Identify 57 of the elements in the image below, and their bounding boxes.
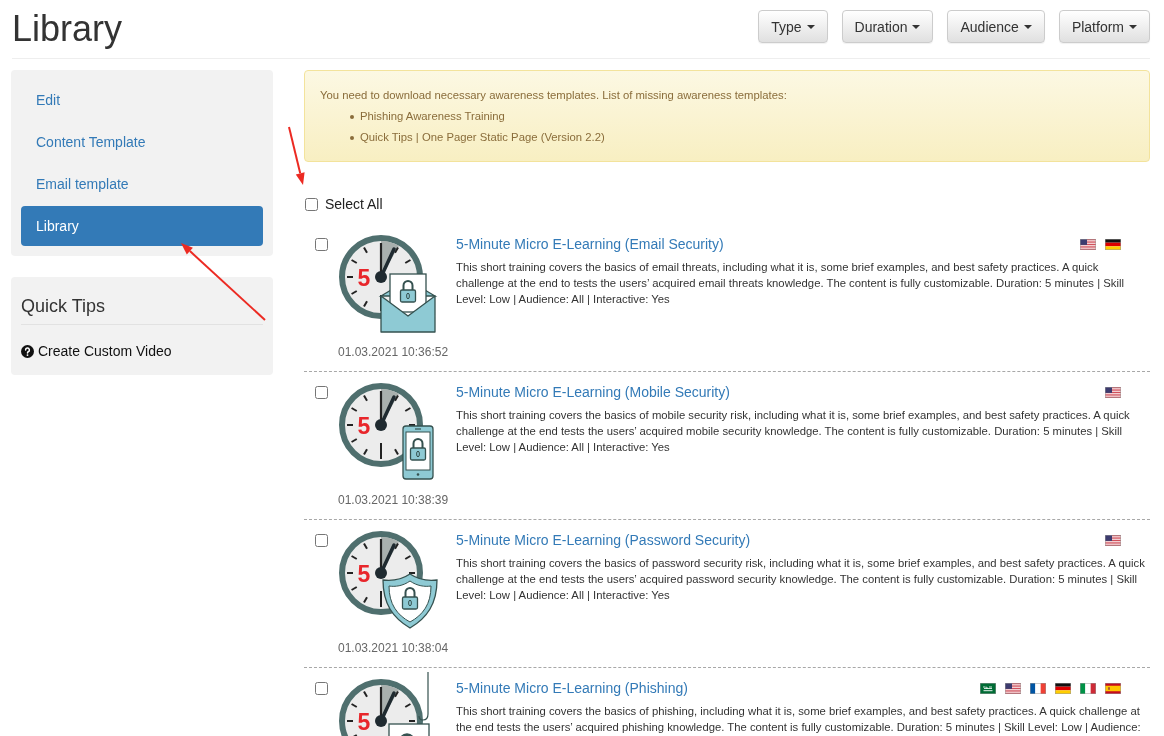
french-flag-icon xyxy=(1030,682,1046,694)
us-flag-icon xyxy=(1105,534,1121,546)
us-flag-icon xyxy=(1005,682,1021,694)
item-checkbox[interactable] xyxy=(315,534,328,547)
course-title-link[interactable]: 5-Minute Micro E-Learning (Mobile Security) xyxy=(456,382,730,402)
course-date: 01.03.2021 10:38:39 xyxy=(337,492,450,508)
fishing-hook-icon xyxy=(388,671,430,736)
course-description: This short training covers the basics of mobile security risk, including what it is, some brief examples, and best safety practices. A quick challenge at the end tests the users’ acquired mobile security knowledge. The content is fully customizable. Duration: 5 minutes | Skill Level: Low | Audience: All | Interactive: Yes xyxy=(456,408,1131,455)
item-checkbox[interactable] xyxy=(315,682,328,695)
alert-message: You need to download necessary awareness templates. List of missing awareness templates: xyxy=(320,88,788,103)
filter-button[interactable]: Duration xyxy=(841,10,934,43)
course-description: This short training covers the basics of phishing, including what it is, some brief examples, and best safety practices. A quick challenge at the end tests the users’ acquired phishing knowledge. The content is fully customizable. Duration: 5 minutes | Skill Level: Low | Audience: xyxy=(456,704,1142,735)
clock-number: 5 xyxy=(357,709,371,735)
caret-icon xyxy=(806,24,815,29)
caret-icon xyxy=(1129,24,1137,29)
german-flag-icon xyxy=(1055,682,1071,694)
german-flag-icon xyxy=(1105,238,1121,250)
shield-lock-icon xyxy=(382,573,438,629)
page-title: Library xyxy=(12,9,123,49)
caret-icon xyxy=(1023,24,1032,29)
envelope-lock-icon xyxy=(378,273,438,333)
select-all-label[interactable]: Select All xyxy=(325,196,383,212)
us-flag-icon xyxy=(1105,386,1121,398)
annotation-arrow xyxy=(288,126,305,185)
course-description: This short training covers the basics of password security risk, including what it is, some brief examples, and best safety practices. A quick challenge at the end tests the users’ acquired password security knowledge. The content is fully customizable. Duration: 5 minutes | Skill Level: Low | Audience: All | Interactive: Yes xyxy=(456,556,1146,603)
clock-number: 5 xyxy=(357,413,371,439)
clock-number: 5 xyxy=(357,265,371,291)
bullet-icon xyxy=(350,114,354,119)
course-date: 01.03.2021 10:36:52 xyxy=(337,344,450,360)
filter-button[interactable]: Audience xyxy=(947,10,1045,43)
tips-heading: Quick Tips xyxy=(21,296,107,316)
course-title-link[interactable]: 5-Minute Micro E-Learning (Password Security) xyxy=(456,530,751,550)
help-icon xyxy=(21,344,34,358)
sidebar-item[interactable]: Content Template xyxy=(21,122,263,162)
bullet-icon xyxy=(350,135,354,140)
filter-button[interactable]: Platform xyxy=(1058,10,1150,43)
caret-icon xyxy=(912,24,921,29)
sidebar-item[interactable]: Email template xyxy=(21,164,263,204)
missing-template-item: Quick Tips | One Pager Static Page (Version 2.2) xyxy=(360,130,605,145)
saudi-flag-icon xyxy=(980,682,996,694)
sidebar-item[interactable]: Library xyxy=(21,206,263,246)
clock-number: 5 xyxy=(357,561,371,587)
course-description: This short training covers the basics of email threats, including what it is, some brief examples, and best safety practices. A quick challenge at the end to tests the users’ acquired email threats knowledge. The content is fully customizable. Duration: 5 minutes | Skill Level: Low | Audience: All | Interactive: Yes xyxy=(456,260,1125,307)
tips-link[interactable]: Create Custom Video xyxy=(21,341,172,361)
italian-flag-icon xyxy=(1080,682,1096,694)
item-checkbox[interactable] xyxy=(315,386,328,399)
course-title-link[interactable]: 5-Minute Micro E-Learning (Email Security) xyxy=(456,234,724,254)
us-flag-icon xyxy=(1080,238,1096,250)
course-date: 01.03.2021 10:38:04 xyxy=(337,640,450,656)
missing-template-item: Phishing Awareness Training xyxy=(360,109,505,124)
item-checkbox[interactable] xyxy=(315,238,328,251)
filter-button[interactable]: Type xyxy=(758,10,828,43)
spanish-flag-icon xyxy=(1105,682,1121,694)
select-all-checkbox[interactable] xyxy=(305,197,318,211)
course-title-link[interactable]: 5-Minute Micro E-Learning (Phishing) xyxy=(456,678,688,698)
phone-lock-icon xyxy=(402,425,434,480)
sidebar-item[interactable]: Edit xyxy=(21,80,263,120)
